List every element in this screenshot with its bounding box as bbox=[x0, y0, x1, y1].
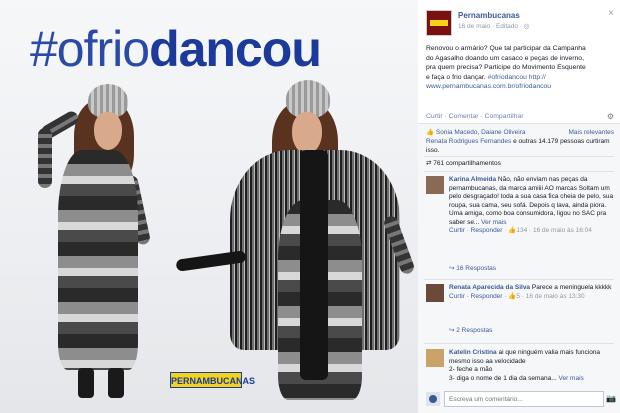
avatar[interactable] bbox=[426, 349, 444, 367]
replies-label: 2 Respostas bbox=[456, 327, 493, 334]
post-url-link[interactable]: www.pernambucanas.com.br/ofriodancou bbox=[426, 82, 614, 92]
comment-body: Katelin Cristina ai que ninguém valia ma… bbox=[449, 349, 616, 383]
shares-label: 761 compartilhamentos bbox=[433, 160, 501, 167]
post-text-line: do Agasalho doando um casaco e peças de … bbox=[426, 54, 584, 62]
relevance-filter[interactable]: Mais relevantes bbox=[568, 129, 614, 138]
headline-part1: #ofrio bbox=[30, 21, 150, 77]
post-actions: Curtir · Comentar · Compartilhar ⚙ bbox=[426, 112, 614, 121]
comment-likes[interactable]: 134 bbox=[516, 227, 527, 234]
comment-author[interactable]: Renata Aparecida da Silva bbox=[449, 284, 530, 291]
post-header: Pernambucanas 16 de maio · Editado · ◎ × bbox=[426, 8, 616, 36]
gear-icon[interactable]: ⚙ bbox=[607, 112, 614, 121]
divider bbox=[424, 171, 614, 172]
share-button[interactable]: Compartilhar bbox=[485, 113, 524, 120]
post-text-line: Renovou o armário? Que tal participar da… bbox=[426, 45, 586, 52]
hashtag-link[interactable]: #ofriodancou bbox=[488, 74, 527, 81]
edited-label[interactable]: Editado bbox=[496, 23, 518, 30]
replies-label: 16 Respostas bbox=[456, 265, 497, 272]
likers-summary-2: Renata Rodrigues Fernandes e outras 14.1… bbox=[426, 138, 614, 155]
brand-logo: PERNAMBUCANAS bbox=[170, 372, 255, 388]
comment-reply-actions[interactable]: Curtir · Responder bbox=[449, 293, 502, 300]
comment-date[interactable]: 16 de maio às 13:30 bbox=[526, 293, 585, 300]
comment-text-line: 2- feche a mão bbox=[449, 366, 493, 373]
post-photo[interactable]: #ofriodancou PERNAMBUCANAS bbox=[0, 0, 418, 413]
comment-body: Karina Almeida Não, não enviam nas peças… bbox=[449, 176, 616, 236]
avatar[interactable] bbox=[426, 176, 444, 194]
comment-date[interactable]: 16 de maio às 16:04 bbox=[533, 227, 592, 234]
divider bbox=[424, 343, 614, 344]
post-text: Renovou o armário? Que tal participar da… bbox=[426, 44, 614, 92]
comment-button[interactable]: Comentar bbox=[449, 113, 479, 120]
close-icon[interactable]: × bbox=[608, 8, 614, 19]
comment-text: Parece a meninguela kkkkk bbox=[531, 284, 612, 291]
comment-text-line: 3- diga o nome de 1 dia da semana... bbox=[449, 374, 557, 382]
replies-link[interactable]: ↪ 16 Respostas bbox=[449, 264, 496, 272]
post-link[interactable]: http:// bbox=[529, 74, 546, 81]
avatar[interactable] bbox=[426, 284, 444, 302]
divider bbox=[424, 156, 614, 157]
comment-body: Renata Aparecida da Silva Parece a menin… bbox=[449, 284, 616, 301]
feedback-section: 👍 Sonia Macedo, Daiane Oliveira Mais rel… bbox=[418, 123, 620, 413]
replies-link[interactable]: ↪ 2 Respostas bbox=[449, 326, 492, 334]
see-more-link[interactable]: Ver mais bbox=[481, 219, 506, 226]
post-text-line: e faça o frio dançar. bbox=[426, 73, 486, 81]
comment-input[interactable] bbox=[444, 391, 604, 407]
comment-text: Não, não enviam nas peças da pernambucan… bbox=[449, 176, 614, 226]
avatar bbox=[426, 392, 440, 406]
camera-icon[interactable]: 📷 bbox=[606, 394, 616, 403]
post-panel: Pernambucanas 16 de maio · Editado · ◎ ×… bbox=[418, 0, 620, 413]
comment-likes[interactable]: 5 bbox=[516, 293, 520, 300]
comment-meta: Curtir · Responder · 👍5 · 16 de maio às … bbox=[449, 292, 585, 300]
globe-icon: ◎ bbox=[523, 23, 530, 30]
page-avatar[interactable] bbox=[426, 10, 452, 36]
share-icon: ⇄ bbox=[426, 160, 432, 167]
photo-headline: #ofriodancou bbox=[30, 21, 322, 77]
likers-summary: 👍 Sonia Macedo, Daiane Oliveira Mais rel… bbox=[426, 129, 614, 138]
headline-part2: dancou bbox=[149, 21, 322, 77]
divider bbox=[424, 279, 614, 280]
write-comment: 📷 bbox=[426, 391, 616, 407]
page-name[interactable]: Pernambucanas bbox=[458, 11, 520, 20]
comment-meta: Curtir · Responder · 👍134 · 16 de maio à… bbox=[449, 227, 592, 234]
comment-author[interactable]: Karina Almeida bbox=[449, 176, 496, 183]
post-meta: 16 de maio · Editado · ◎ bbox=[458, 23, 530, 30]
post-date[interactable]: 16 de maio bbox=[458, 23, 490, 30]
likers-names[interactable]: Sonia Macedo, Daiane Oliveira bbox=[436, 129, 526, 136]
like-button[interactable]: Curtir bbox=[426, 113, 443, 120]
likers-prefix[interactable]: Renata Rodrigues Fernandes bbox=[426, 138, 511, 145]
comment-reply-actions[interactable]: Curtir · Responder bbox=[449, 227, 502, 234]
see-more-link[interactable]: Ver mais bbox=[559, 375, 584, 382]
post-text-line: pra quem precisa? Participe do Movimento… bbox=[426, 64, 586, 71]
comment-author[interactable]: Katelin Cristina bbox=[449, 349, 497, 356]
shares-count[interactable]: ⇄ 761 compartilhamentos bbox=[426, 160, 614, 169]
like-icon: 👍 bbox=[426, 129, 435, 136]
